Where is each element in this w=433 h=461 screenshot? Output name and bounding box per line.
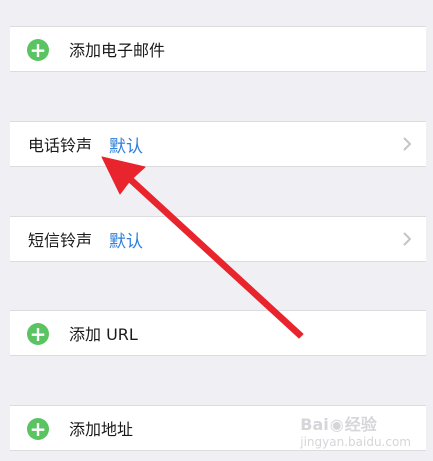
add-email-label: 添加电子邮件 [69, 41, 166, 60]
plus-circle-icon[interactable]: + [27, 323, 49, 345]
add-url-row[interactable]: + 添加 URL [10, 310, 426, 356]
watermark-text-2: 经验 [344, 415, 377, 434]
chevron-right-icon [403, 232, 411, 246]
paw-icon: ◉ [329, 415, 344, 434]
ringtone-row[interactable]: 电话铃声 默认 [10, 121, 426, 167]
text-tone-label: 短信铃声 [28, 231, 93, 250]
text-tone-value: 默认 [109, 231, 143, 252]
plus-circle-icon[interactable]: + [27, 39, 49, 61]
contact-edit-screen: + 添加电子邮件 电话铃声 默认 短信铃声 默认 + 添加 URL + 添加地址… [0, 0, 433, 461]
add-address-label: 添加地址 [69, 420, 134, 439]
add-url-label: 添加 URL [69, 325, 138, 344]
text-tone-row[interactable]: 短信铃声 默认 [10, 216, 426, 262]
ringtone-label: 电话铃声 [28, 136, 93, 155]
watermark-text: Bai [300, 415, 329, 434]
plus-circle-icon[interactable]: + [27, 418, 49, 440]
ringtone-value: 默认 [109, 136, 143, 157]
add-email-row[interactable]: + 添加电子邮件 [10, 26, 426, 72]
watermark-logo: Bai◉经验 jingyan.baidu.com [300, 411, 411, 449]
watermark-sub: jingyan.baidu.com [300, 435, 411, 449]
chevron-right-icon [403, 137, 411, 151]
